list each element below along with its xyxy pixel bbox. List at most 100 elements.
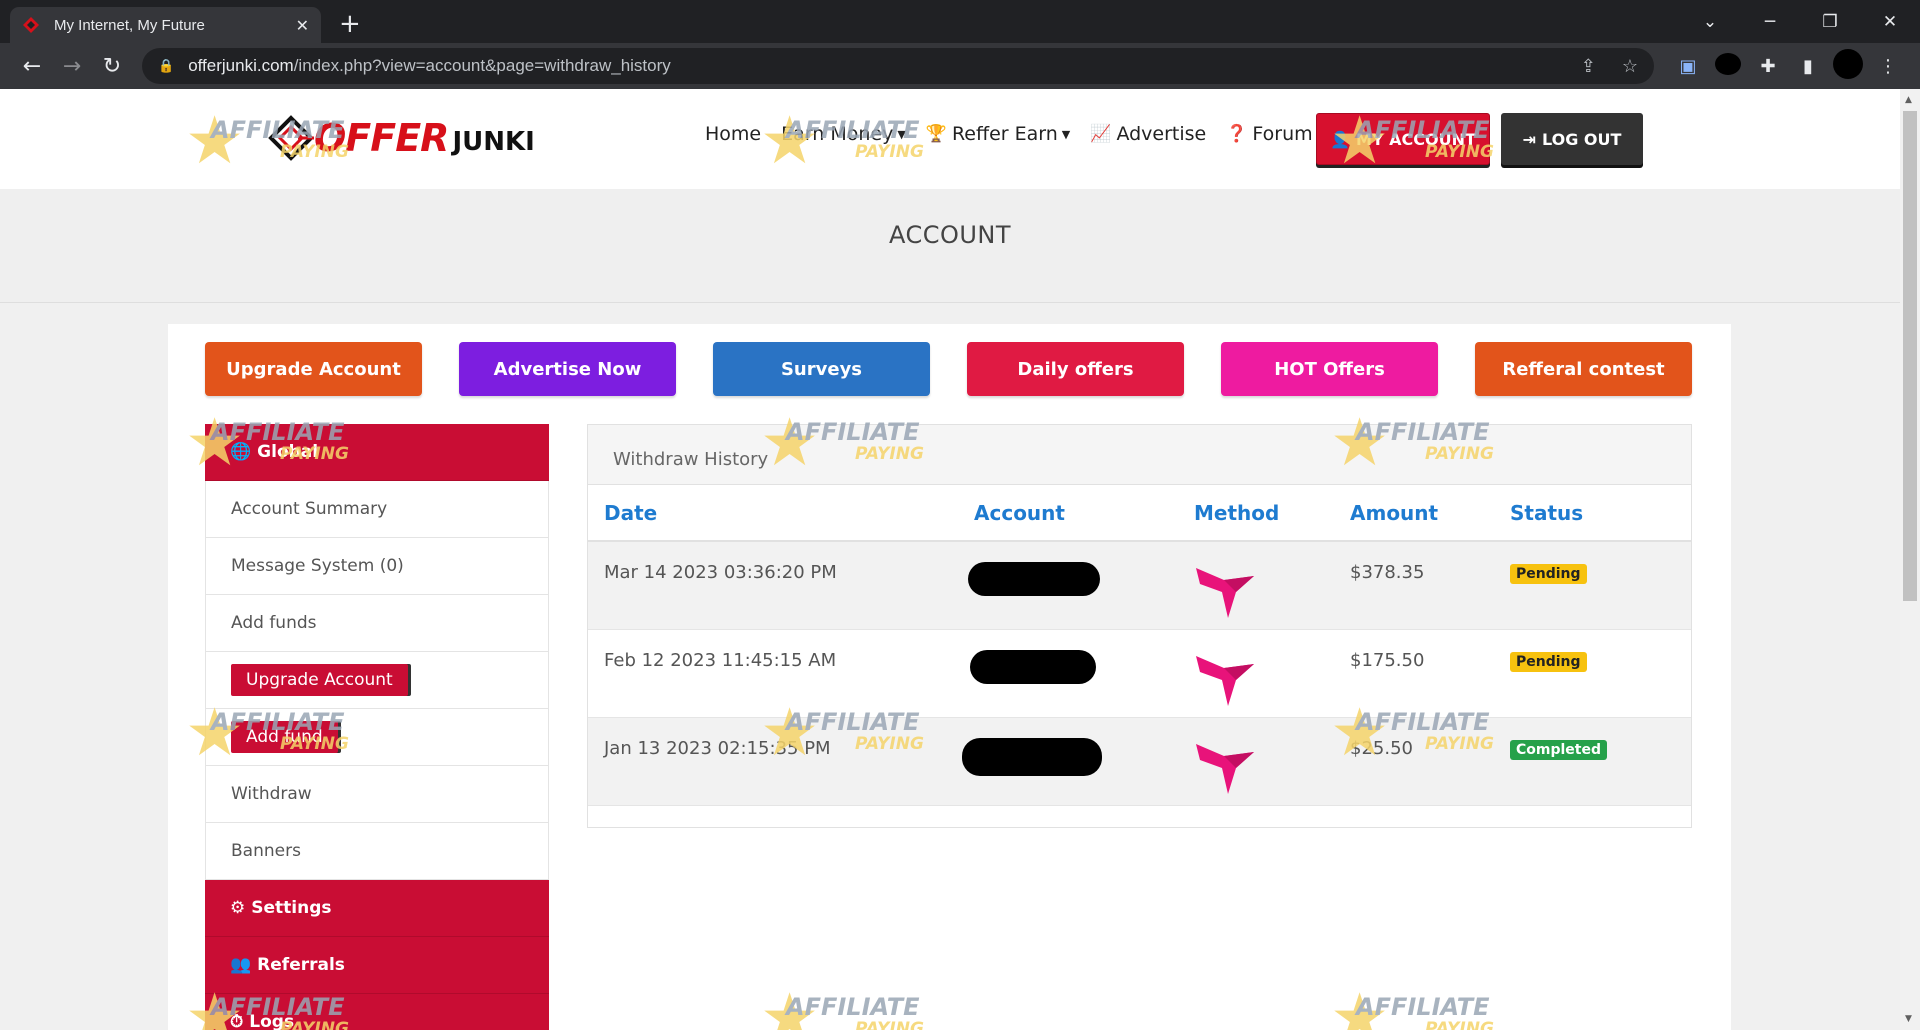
upgrade-account-button[interactable]: Upgrade Account: [205, 342, 422, 396]
advertise-now-button[interactable]: Advertise Now: [459, 342, 676, 396]
page-title: ACCOUNT: [888, 221, 1012, 249]
users-icon: 👥: [230, 955, 252, 975]
forward-icon[interactable]: →: [52, 54, 92, 79]
nav-advertise[interactable]: 📈 Advertise: [1090, 123, 1206, 145]
sidebar-settings-header[interactable]: ⚙ Settings: [205, 880, 549, 937]
add-fund-chip[interactable]: Add fund: [231, 721, 338, 753]
tab-search-icon[interactable]: ⌄: [1680, 12, 1740, 32]
hot-offers-button[interactable]: HOT Offers: [1221, 342, 1438, 396]
row-date: Mar 14 2023 03:36:20 PM: [588, 541, 958, 630]
sidebar-item-upgrade-account: Upgrade Account: [205, 652, 549, 709]
row-method: [1178, 541, 1334, 630]
browser-menu-icon[interactable]: ⋮: [1868, 56, 1908, 77]
nav-earn-money-label: Earn Money: [781, 123, 894, 145]
row-amount: $25.50: [1334, 717, 1494, 806]
window-close-icon[interactable]: ✕: [1860, 12, 1920, 32]
row-account: [958, 717, 1178, 806]
sidebar-logs-header[interactable]: ⏱ Logs: [205, 994, 549, 1030]
sidebar-item-label: Add funds: [231, 613, 317, 633]
nav-advertise-label: Advertise: [1116, 123, 1207, 145]
url-domain: offerjunki.com: [188, 56, 294, 75]
status-badge: Pending: [1510, 651, 1587, 672]
site-logo[interactable]: OFFER JUNKI: [268, 115, 535, 161]
history-icon: ⏱: [230, 1012, 244, 1030]
logo-mark-icon: [268, 115, 314, 161]
col-account: Account: [958, 485, 1178, 542]
table-row: Jan 13 2023 02:15:35 PM $25.50 Completed: [588, 717, 1691, 806]
bookmark-star-icon[interactable]: ☆: [1622, 56, 1638, 77]
log-out-label: LOG OUT: [1541, 129, 1622, 149]
sidebar-item-message-system[interactable]: Message System (0): [205, 538, 549, 595]
share-icon[interactable]: ⇪: [1581, 56, 1596, 77]
sidebar-item-label: Withdraw: [231, 784, 312, 804]
redacted-account: [968, 562, 1100, 596]
side-panel-icon[interactable]: ▮: [1788, 56, 1828, 77]
redacted-extension-icon[interactable]: [1708, 52, 1748, 80]
profile-avatar[interactable]: [1828, 48, 1868, 84]
sidebar-item-withdraw[interactable]: Withdraw: [205, 766, 549, 823]
lock-icon[interactable]: 🔒: [158, 58, 174, 74]
translate-extension-icon[interactable]: ▣: [1668, 56, 1708, 77]
scroll-down-icon[interactable]: ▼: [1905, 1014, 1912, 1024]
sidebar-item-add-funds[interactable]: Add funds: [205, 595, 549, 652]
row-method: [1178, 629, 1334, 718]
nav-reffer-earn[interactable]: 🏆 Reffer Earn ▼: [926, 123, 1070, 145]
row-method: [1178, 717, 1334, 806]
back-icon[interactable]: ←: [12, 54, 52, 79]
table-header-row: Date Account Method Amount Status: [588, 485, 1691, 542]
nav-home[interactable]: Home: [705, 123, 761, 145]
sidebar-item-label: Account Summary: [231, 499, 388, 519]
address-bar[interactable]: 🔒 offerjunki.com /index.php?view=account…: [142, 48, 1654, 84]
nav-forum[interactable]: ❓ Forum: [1226, 123, 1312, 145]
sidebar-item-banners[interactable]: Banners: [205, 823, 549, 880]
site-favicon-icon: [23, 17, 39, 33]
withdraw-history-panel: Withdraw History Date Account Method Amo…: [587, 424, 1692, 828]
sidebar-settings-label: Settings: [251, 898, 332, 918]
nav-earn-money[interactable]: Earn Money ▼: [781, 123, 906, 145]
sidebar-item-account-summary[interactable]: Account Summary: [205, 481, 549, 538]
col-method: Method: [1178, 485, 1334, 542]
url-path: /index.php?view=account&page=withdraw_hi…: [293, 56, 671, 75]
row-status: Completed: [1494, 717, 1691, 806]
redacted-account: [962, 737, 1102, 776]
extensions-puzzle-icon[interactable]: ✚: [1748, 56, 1788, 77]
my-account-button[interactable]: 👤 MY ACCOUNT: [1316, 113, 1490, 165]
sidebar-global-header[interactable]: 🌐 Global: [205, 424, 549, 481]
logo-junki-text: JUNKI: [452, 127, 535, 157]
scrollbar-thumb[interactable]: [1903, 111, 1917, 601]
main-nav: Home Earn Money ▼ 🏆 Reffer Earn ▼ 📈 Advertis…: [705, 123, 1333, 145]
sidebar-referrals-label: Referrals: [257, 955, 345, 975]
col-date: Date: [588, 485, 958, 542]
sidebar-referrals-header[interactable]: 👥 Referrals: [205, 937, 549, 994]
chart-icon: 📈: [1090, 124, 1112, 144]
nav-forum-label: Forum: [1252, 123, 1313, 145]
row-status: Pending: [1494, 629, 1691, 718]
window-controls: ⌄ ─ ❐ ✕: [1680, 0, 1920, 43]
nav-home-label: Home: [705, 123, 762, 145]
minimize-icon[interactable]: ─: [1740, 12, 1800, 32]
refferal-contest-button[interactable]: Refferal contest: [1475, 342, 1692, 396]
daily-offers-button[interactable]: Daily offers: [967, 342, 1184, 396]
browser-toolbar: ← → ↻ 🔒 offerjunki.com /index.php?view=a…: [0, 43, 1920, 89]
close-tab-icon[interactable]: ✕: [296, 16, 309, 35]
sidebar-logs-label: Logs: [249, 1012, 295, 1030]
row-account: [958, 629, 1178, 718]
surveys-button[interactable]: Surveys: [713, 342, 930, 396]
reload-icon[interactable]: ↻: [92, 54, 132, 79]
restore-icon[interactable]: ❐: [1800, 12, 1860, 32]
sidebar-global-label: Global: [257, 442, 319, 462]
scroll-up-icon[interactable]: ▲: [1905, 95, 1912, 105]
log-out-button[interactable]: ⇥ LOG OUT: [1501, 113, 1643, 165]
page-scrollbar[interactable]: ▲ ▼: [1900, 89, 1920, 1030]
status-badge: Pending: [1510, 564, 1587, 584]
sidebar-item-label: Banners: [231, 841, 301, 861]
col-status: Status: [1494, 485, 1691, 542]
new-tab-icon[interactable]: +: [339, 9, 361, 39]
logout-icon: ⇥: [1522, 129, 1536, 149]
user-icon: 👤: [1330, 129, 1351, 149]
sidebar-item-label: Message System (0): [231, 556, 404, 576]
col-amount: Amount: [1334, 485, 1494, 542]
row-status: Pending: [1494, 541, 1691, 630]
browser-tab[interactable]: My Internet, My Future ✕: [10, 7, 321, 43]
upgrade-account-chip[interactable]: Upgrade Account: [231, 664, 408, 696]
